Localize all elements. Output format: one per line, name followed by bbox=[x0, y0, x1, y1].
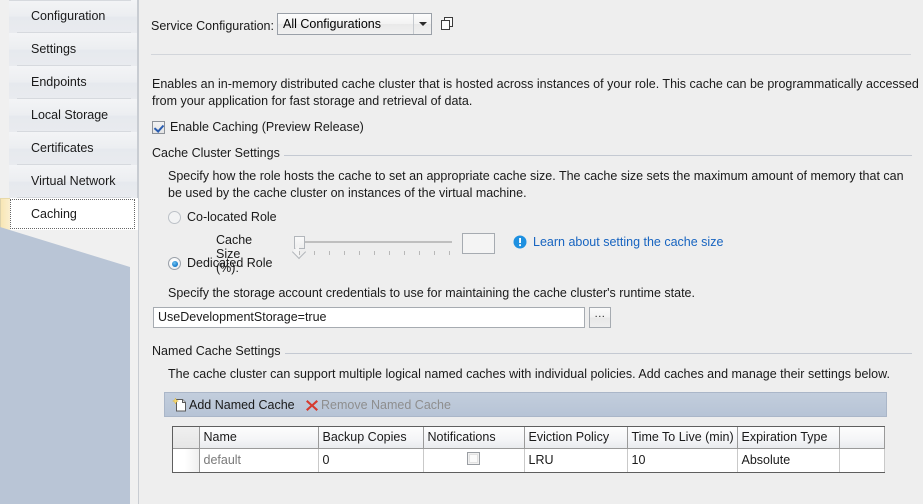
cell-name[interactable]: default bbox=[199, 448, 319, 472]
chevron-down-icon bbox=[413, 14, 431, 34]
remove-named-cache-label: Remove Named Cache bbox=[321, 398, 451, 412]
column-header-expiration-type[interactable]: Expiration Type bbox=[737, 427, 840, 449]
service-configuration-value: All Configurations bbox=[283, 17, 381, 31]
storage-connection-value: UseDevelopmentStorage=true bbox=[158, 310, 327, 324]
named-cache-toolbar: Add Named Cache Remove Named Cache bbox=[164, 392, 887, 417]
slider-thumb[interactable] bbox=[294, 236, 305, 249]
dedicated-role-radio[interactable] bbox=[168, 257, 181, 270]
storage-browse-button[interactable]: ... bbox=[589, 307, 611, 328]
caching-description: Enables an in-memory distributed cache c… bbox=[152, 77, 919, 108]
slider-track bbox=[300, 241, 452, 243]
sidebar-item-label: Settings bbox=[31, 42, 77, 56]
storage-browse-label: ... bbox=[594, 308, 606, 320]
group-title: Named Cache Settings bbox=[152, 344, 281, 358]
dedicated-role-radio-row[interactable]: Dedicated Role bbox=[168, 256, 272, 272]
storage-credentials-description: Specify the storage account credentials … bbox=[168, 286, 695, 300]
co-located-role-radio-row[interactable]: Co-located Role bbox=[168, 210, 277, 226]
add-named-cache-button[interactable]: Add Named Cache bbox=[172, 396, 295, 414]
grid-header-row: Name Backup Copies Notifications Evictio… bbox=[173, 427, 885, 449]
column-header-backup-copies[interactable]: Backup Copies bbox=[318, 427, 424, 449]
group-rule bbox=[285, 353, 912, 354]
learn-cache-size-link-row[interactable]: Learn about setting the cache size bbox=[513, 235, 723, 249]
sidebar: Configuration Settings Endpoints Local S… bbox=[0, 0, 138, 504]
sidebar-item-settings[interactable]: Settings bbox=[9, 33, 138, 66]
cell-backup-copies[interactable]: 0 bbox=[318, 448, 424, 472]
group-rule bbox=[284, 155, 912, 156]
dedicated-role-label: Dedicated Role bbox=[187, 256, 273, 270]
named-cache-description: The cache cluster can support multiple l… bbox=[168, 367, 890, 381]
row-selector-cell[interactable] bbox=[173, 448, 200, 472]
enable-caching-row[interactable]: Enable Caching (Preview Release) bbox=[152, 120, 364, 136]
toolbar: Service Configuration: All Configuration… bbox=[139, 0, 923, 55]
sidebar-background-shape bbox=[0, 227, 130, 504]
column-header-filler bbox=[839, 427, 885, 449]
column-header-name[interactable]: Name bbox=[199, 427, 319, 449]
info-circle-icon bbox=[513, 235, 527, 249]
enable-caching-checkbox[interactable] bbox=[152, 121, 165, 134]
cell-expiration-type[interactable]: Absolute bbox=[737, 448, 840, 472]
sidebar-item-label: Virtual Network bbox=[31, 174, 116, 188]
group-title: Cache Cluster Settings bbox=[152, 146, 280, 160]
service-configuration-label: Service Configuration: bbox=[151, 19, 274, 33]
row-selector-header bbox=[173, 427, 200, 449]
sidebar-item-label: Local Storage bbox=[31, 108, 109, 122]
cache-size-slider[interactable] bbox=[292, 236, 452, 256]
sidebar-item-label: Endpoints bbox=[31, 75, 87, 89]
column-header-time-to-live[interactable]: Time To Live (min) bbox=[627, 427, 738, 449]
named-cache-grid[interactable]: Name Backup Copies Notifications Evictio… bbox=[172, 426, 885, 473]
cell-filler bbox=[839, 448, 885, 472]
remove-named-cache-button[interactable]: Remove Named Cache bbox=[304, 396, 451, 414]
cache-cluster-description: Specify how the role hosts the cache to … bbox=[168, 169, 904, 200]
new-page-icon bbox=[172, 397, 188, 413]
cell-time-to-live[interactable]: 10 bbox=[627, 448, 738, 472]
sidebar-item-local-storage[interactable]: Local Storage bbox=[9, 99, 138, 132]
sidebar-item-endpoints[interactable]: Endpoints bbox=[9, 66, 138, 99]
sidebar-tab-list: Configuration Settings Endpoints Local S… bbox=[0, 0, 138, 232]
red-x-icon bbox=[304, 397, 320, 413]
sidebar-item-configuration[interactable]: Configuration bbox=[9, 0, 138, 33]
add-named-cache-label: Add Named Cache bbox=[189, 398, 295, 412]
co-located-role-radio[interactable] bbox=[168, 211, 181, 224]
named-cache-settings-header: Named Cache Settings bbox=[152, 344, 912, 360]
learn-cache-size-link[interactable]: Learn about setting the cache size bbox=[533, 235, 723, 249]
co-located-role-label: Co-located Role bbox=[187, 210, 277, 224]
sidebar-item-label: Certificates bbox=[31, 141, 94, 155]
cell-notifications[interactable] bbox=[423, 448, 525, 472]
sidebar-item-label: Configuration bbox=[31, 9, 106, 23]
sidebar-item-label: Caching bbox=[31, 207, 77, 221]
notifications-checkbox[interactable] bbox=[467, 452, 480, 465]
main-panel: Service Configuration: All Configuration… bbox=[138, 0, 923, 504]
content-area: Enables an in-memory distributed cache c… bbox=[139, 55, 923, 504]
sidebar-item-certificates[interactable]: Certificates bbox=[9, 132, 138, 165]
cell-eviction-policy[interactable]: LRU bbox=[524, 448, 628, 472]
slider-ticks bbox=[299, 251, 451, 256]
cache-cluster-settings-header: Cache Cluster Settings bbox=[152, 146, 912, 162]
service-configuration-dropdown[interactable]: All Configurations bbox=[277, 13, 432, 35]
sidebar-item-caching[interactable]: Caching bbox=[0, 198, 138, 232]
cache-size-input[interactable] bbox=[462, 233, 495, 254]
copy-configuration-icon[interactable] bbox=[440, 16, 456, 32]
selected-tab-accent bbox=[0, 198, 10, 232]
sidebar-item-virtual-network[interactable]: Virtual Network bbox=[9, 165, 138, 198]
table-row[interactable]: default 0 LRU 10 Absolute bbox=[173, 448, 885, 472]
column-header-eviction-policy[interactable]: Eviction Policy bbox=[524, 427, 628, 449]
storage-connection-input[interactable]: UseDevelopmentStorage=true bbox=[153, 307, 585, 328]
column-header-notifications[interactable]: Notifications bbox=[423, 427, 525, 449]
enable-caching-label: Enable Caching (Preview Release) bbox=[170, 120, 364, 134]
role-properties-designer: Configuration Settings Endpoints Local S… bbox=[0, 0, 923, 504]
